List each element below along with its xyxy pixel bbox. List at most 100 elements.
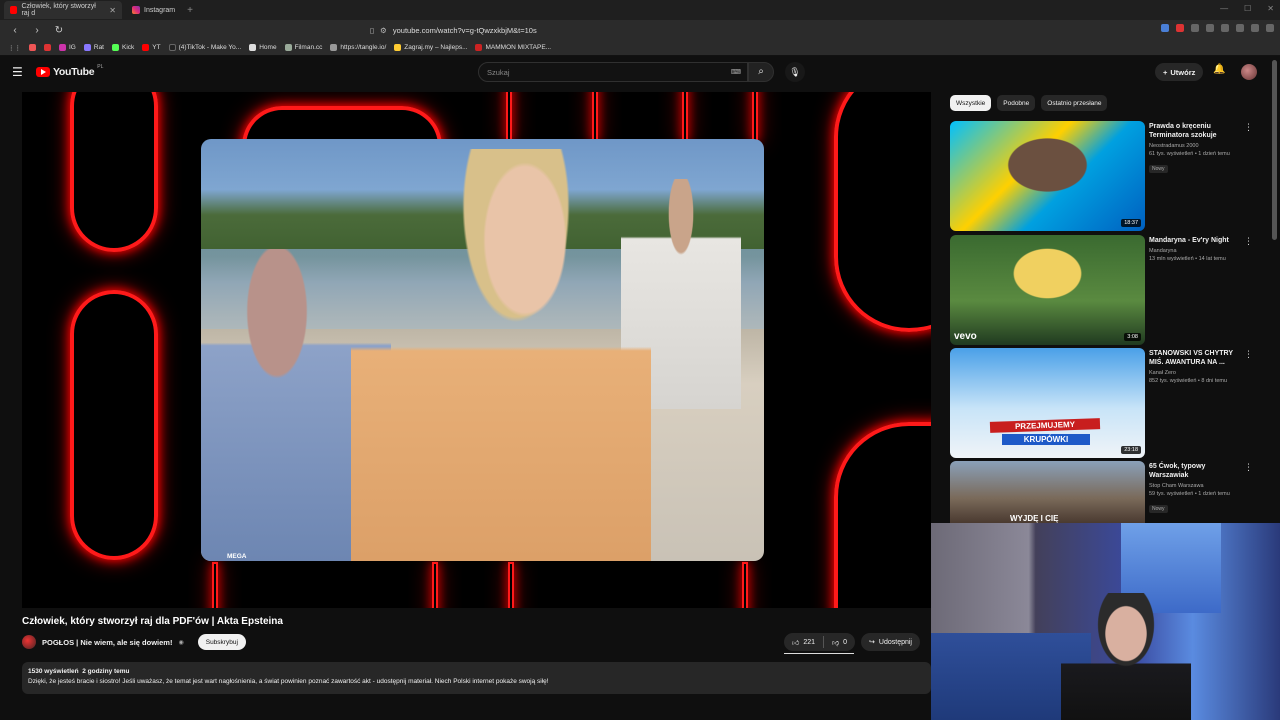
recommendation-stats: 61 tys. wyświetleń • 1 dzień temu (1149, 151, 1230, 157)
chip-all[interactable]: Wszystkie (950, 95, 992, 111)
chip-related[interactable]: Podobne (997, 95, 1036, 111)
bookmark-label: Rat (93, 44, 104, 51)
search-input[interactable]: Szukaj ⌨ (478, 62, 748, 82)
voice-search-button[interactable]: 🎙 (785, 62, 805, 82)
bookmark-item-tangle[interactable]: https://tangle.io/ (330, 44, 386, 51)
bookmark-item-mammon[interactable]: MAMMON MIXTAPE... (475, 44, 551, 51)
window-controls: — ☐ ✕ (1220, 4, 1274, 13)
new-tab-icon[interactable]: + (187, 5, 193, 16)
bookmark-favicon-icon (475, 44, 483, 51)
video-thumbnail[interactable]: vevo 3:08 (950, 235, 1145, 345)
recommendation-info: 65 Ćwok, typowy Warszawiak Stop Cham War… (1149, 462, 1244, 515)
video-meta: 1530 wyświetleń 2 godziny temu (28, 668, 925, 675)
extension-icon[interactable] (1161, 24, 1169, 32)
menu-icon[interactable] (1266, 24, 1274, 32)
recommendation-info: Prawda o kręceniu Terminatora szokuje Ne… (1149, 122, 1244, 175)
share-icon: ↪ (869, 639, 875, 646)
channel-name[interactable]: POGŁOS | Nie wiem, ale się dowiem! (42, 638, 172, 647)
globe-icon (330, 44, 338, 51)
close-window-icon[interactable]: ✕ (1267, 4, 1274, 13)
bookmark-item-tiktok[interactable]: (4)TikTok - Make Yo... (168, 44, 241, 51)
bookmark-item-ig[interactable]: IG (59, 44, 76, 51)
subscribe-button[interactable]: Subskrybuj (197, 634, 246, 650)
bookmark-item-kick[interactable]: Kick (112, 44, 134, 51)
tab-youtube[interactable]: Człowiek, który stworzył raj d ✕ (4, 1, 122, 19)
close-tab-icon[interactable]: ✕ (109, 6, 116, 15)
video-thumbnail[interactable]: 18:37 (950, 121, 1145, 231)
extension-icon[interactable] (1221, 24, 1229, 32)
recommendation-title: Prawda o kręceniu Terminatora szokuje (1149, 123, 1217, 139)
site-info-icon[interactable]: ⚙ (380, 26, 387, 35)
browser-tabbar: Człowiek, który stworzył raj d ✕ Instagr… (0, 0, 1280, 20)
hamburger-menu-icon[interactable]: ☰ (12, 65, 23, 79)
view-count: 1530 wyświetleń (28, 668, 79, 675)
like-button[interactable]: 👍︎ 221 (784, 638, 823, 647)
video-thumbnail[interactable]: WYJDĘ I CIĘ (950, 461, 1145, 523)
maximize-icon[interactable]: ☐ (1244, 4, 1251, 13)
page-scrollbar[interactable] (1272, 60, 1277, 240)
recommendation-channel: Mandaryna (1149, 248, 1177, 254)
filter-chips: Wszystkie Podobne Ostatnio przesłane (950, 95, 1108, 111)
description-box[interactable]: 1530 wyświetleń 2 godziny temu Dzięki, ż… (22, 662, 931, 694)
bookmark-label: Zagraj.my – Najleps... (404, 44, 468, 51)
back-icon[interactable]: ‹ (8, 25, 22, 36)
new-badge: Nowy (1149, 165, 1168, 173)
create-button[interactable]: + Utwórz (1155, 63, 1204, 81)
more-options-icon[interactable]: ⋮ (1244, 349, 1253, 360)
apps-icon[interactable]: ⋮⋮ (8, 44, 21, 52)
neon-decoration (70, 290, 158, 560)
more-options-icon[interactable]: ⋮ (1244, 462, 1253, 473)
keyboard-icon[interactable]: ⌨ (731, 68, 741, 76)
notifications-bell-icon[interactable]: 🔔 (1213, 64, 1225, 75)
bookmark-label: Home (259, 44, 277, 51)
extension-icon[interactable] (1191, 24, 1199, 32)
more-options-icon[interactable]: ⋮ (1244, 236, 1253, 247)
bookmark-icon[interactable]: ▯ (370, 26, 374, 35)
chip-recent[interactable]: Ostatnio przesłane (1041, 95, 1108, 111)
bookmark-label: MAMMON MIXTAPE... (485, 44, 552, 51)
tab-instagram[interactable]: Instagram (126, 1, 181, 19)
plus-icon: + (1163, 67, 1168, 77)
url-text: youtube.com/watch?v=g-tQwzxkbjM&t=10s (392, 25, 537, 35)
extension-icon[interactable] (1176, 24, 1184, 32)
recommendation-channel: Kanał Zero (1149, 370, 1176, 376)
music-icon[interactable] (1236, 24, 1244, 32)
channel-avatar[interactable] (22, 635, 36, 649)
more-options-icon[interactable]: ⋮ (1244, 122, 1253, 133)
bookmark-item-home[interactable]: Home (249, 44, 277, 51)
upload-age: 2 godziny temu (82, 668, 130, 675)
recommendation-item[interactable]: 18:37 Prawda o kręceniu Terminatora szok… (950, 121, 1260, 233)
forward-icon[interactable]: › (30, 25, 44, 36)
bookmark-item-zagraj[interactable]: Zagraj.my – Najleps... (394, 44, 467, 51)
neon-decoration (70, 92, 158, 252)
bookmark-item-filman[interactable]: Filman.cc (284, 44, 322, 51)
share-button[interactable]: ↪ Udostępnij (861, 633, 920, 651)
microphone-icon: 🎙 (789, 67, 801, 77)
video-thumbnail[interactable]: PRZEJMUJEMY KRUPÓWKI 23:18 (950, 348, 1145, 458)
address-bar[interactable]: ▯ ⚙ youtube.com/watch?v=g-tQwzxkbjM&t=10… (370, 23, 870, 37)
create-label: Utwórz (1170, 67, 1196, 77)
minimize-icon[interactable]: — (1220, 4, 1228, 13)
dislike-button[interactable]: 👎︎ 0 (824, 638, 855, 647)
recommendation-item[interactable]: vevo 3:08 Mandaryna - Ev'ry Night Mandar… (950, 235, 1260, 347)
duration-badge: 18:37 (1121, 219, 1141, 227)
extension-icon[interactable] (1206, 24, 1214, 32)
bookmark-item-yt[interactable]: YT (142, 44, 161, 51)
video-player[interactable]: MEGA (22, 92, 931, 608)
account-avatar[interactable] (1241, 64, 1257, 80)
profile-icon[interactable] (1251, 24, 1259, 32)
bookmark-item-rat[interactable]: Rat (83, 44, 104, 51)
search-button[interactable]: ⌕ (748, 62, 774, 82)
neon-decoration (742, 562, 748, 608)
reload-icon[interactable]: ↻ (52, 25, 66, 36)
recommendation-stats: 59 tys. wyświetleń • 1 dzień temu (1149, 491, 1230, 497)
bookmark-item[interactable] (44, 44, 51, 51)
bookmark-favicon-icon (44, 44, 51, 51)
recommendation-channel: Neostradamus 2000 (1149, 143, 1199, 149)
youtube-logo[interactable]: YouTube PL (36, 64, 103, 78)
youtube-favicon-icon (10, 6, 18, 14)
recommendation-item[interactable]: PRZEJMUJEMY KRUPÓWKI 23:18 STANOWSKI VS … (950, 348, 1260, 460)
recommendation-item[interactable]: WYJDĘ I CIĘ 65 Ćwok, typowy Warszawiak S… (950, 461, 1260, 523)
search-placeholder: Szukaj (487, 67, 510, 77)
bookmark-item[interactable] (29, 44, 36, 51)
